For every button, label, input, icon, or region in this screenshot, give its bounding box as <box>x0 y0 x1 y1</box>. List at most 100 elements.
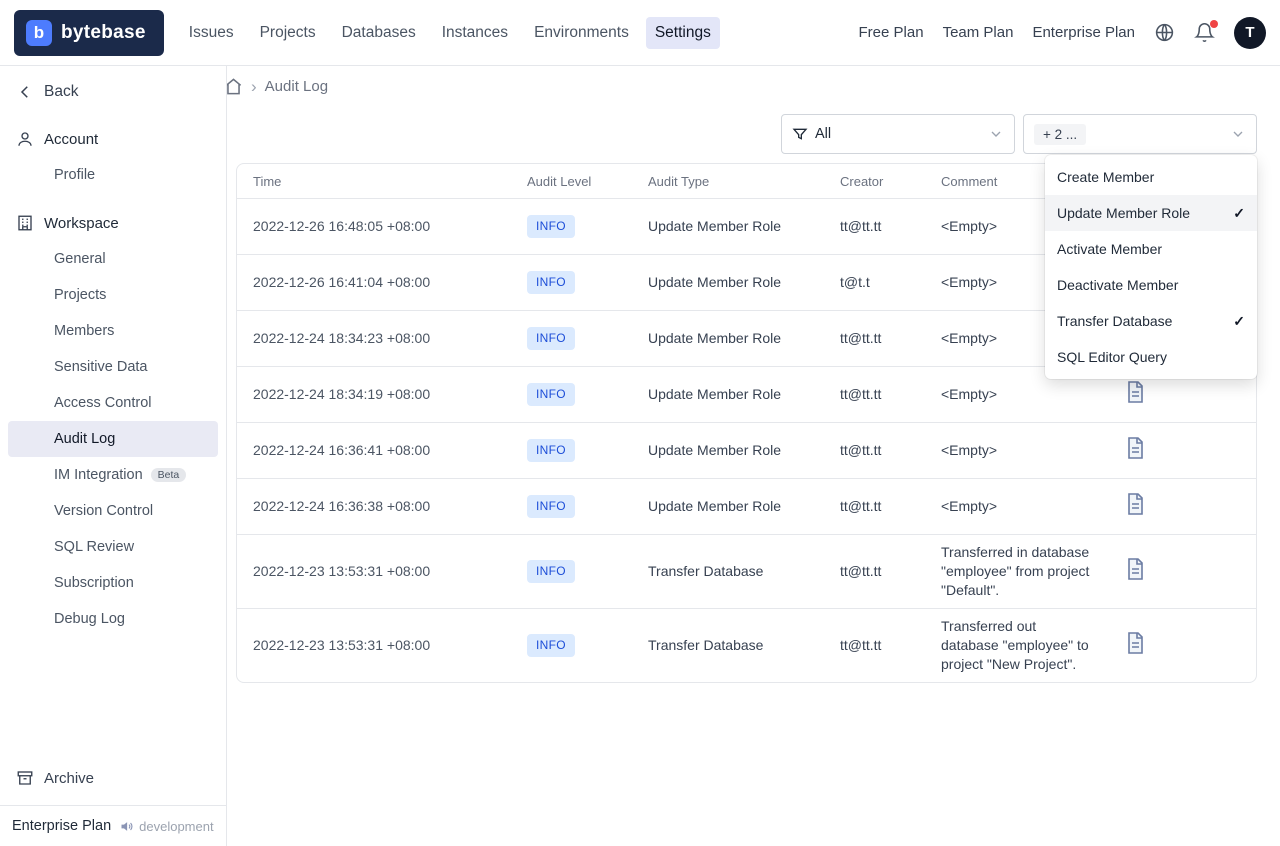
audit-type-select[interactable]: + 2 ... <box>1023 114 1257 154</box>
filter-bar: All + 2 ... <box>236 114 1257 154</box>
nav-issues[interactable]: Issues <box>180 17 243 49</box>
audit-creator: tt@tt.tt <box>824 310 925 367</box>
sidebar-item-archive[interactable]: Archive <box>8 759 218 797</box>
audit-comment: <Empty> <box>925 422 1107 479</box>
column-header-creator: Creator <box>840 173 884 189</box>
person-icon <box>16 130 34 148</box>
beta-badge: Beta <box>150 468 187 482</box>
bytebase-logo-icon: b <box>26 19 52 46</box>
nav-environments[interactable]: Environments <box>525 17 638 49</box>
bytebase-logo[interactable]: b bytebase <box>14 9 164 56</box>
megaphone-icon <box>119 819 134 834</box>
main-nav: Issues Projects Databases Instances Envi… <box>180 16 720 49</box>
archive-label: Archive <box>44 769 95 787</box>
sidebar-item-access-control[interactable]: Access Control <box>8 385 218 421</box>
sidebar-item-projects[interactable]: Projects <box>8 277 218 313</box>
audit-type: Update Member Role <box>632 198 824 255</box>
audit-type: Update Member Role <box>632 422 824 479</box>
audit-creator: tt@tt.tt <box>824 478 925 535</box>
menu-item-sql-editor-query[interactable]: SQL Editor Query <box>1045 339 1257 375</box>
sidebar-item-profile[interactable]: Profile <box>8 157 218 193</box>
audit-time: 2022-12-24 16:36:41 +08:00 <box>237 422 511 479</box>
audit-type: Transfer Database <box>632 608 824 682</box>
audit-time: 2022-12-24 16:36:38 +08:00 <box>237 478 511 535</box>
audit-level-value: All <box>815 126 832 142</box>
check-icon: ✓ <box>1233 312 1245 329</box>
audit-comment: <Empty> <box>925 478 1107 535</box>
nav-projects[interactable]: Projects <box>251 17 325 49</box>
notification-dot <box>1210 20 1218 28</box>
audit-creator: t@t.t <box>824 254 925 311</box>
breadcrumb-current: Audit Log <box>264 77 329 95</box>
audit-level-badge: INFO <box>527 634 575 657</box>
avatar[interactable]: T <box>1234 16 1266 49</box>
archive-icon <box>16 769 34 787</box>
workspace-section-title: Workspace <box>44 214 119 232</box>
chevron-down-icon <box>1230 126 1246 142</box>
sidebar-item-audit-log[interactable]: Audit Log <box>8 421 218 457</box>
audit-type: Update Member Role <box>632 254 824 311</box>
environment-name: development <box>139 818 214 834</box>
workspace-section: Workspace General Projects Members Sensi… <box>8 205 218 637</box>
menu-item-label: Update Member Role <box>1057 205 1191 221</box>
menu-item-label: Deactivate Member <box>1057 277 1179 293</box>
chevron-right-icon: › <box>251 76 257 96</box>
audit-time: 2022-12-26 16:41:04 +08:00 <box>237 254 511 311</box>
sidebar-footer: Enterprise Plan development <box>0 805 226 846</box>
menu-item-update-member-role[interactable]: Update Member Role ✓ <box>1045 195 1257 231</box>
column-header-audit-level: Audit Level <box>527 173 592 189</box>
team-plan-link[interactable]: Team Plan <box>943 24 1014 41</box>
nav-databases[interactable]: Databases <box>333 17 425 49</box>
view-log-detail-button[interactable] <box>1123 631 1147 655</box>
view-log-detail-button[interactable] <box>1123 436 1147 460</box>
audit-log-page: › Audit Log All + 2 ... Time Audit Level… <box>210 65 1280 846</box>
nav-settings[interactable]: Settings <box>645 16 720 49</box>
audit-time: 2022-12-23 13:53:31 +08:00 <box>237 534 511 609</box>
audit-type: Update Member Role <box>632 366 824 423</box>
audit-level-badge: INFO <box>527 560 575 583</box>
sidebar-item-im-integration[interactable]: IM Integration Beta <box>8 457 218 493</box>
sidebar-item-label: IM Integration <box>54 467 143 483</box>
nav-instances[interactable]: Instances <box>433 17 517 49</box>
view-log-detail-button[interactable] <box>1123 557 1147 581</box>
audit-creator: tt@tt.tt <box>824 608 925 682</box>
current-plan-label: Enterprise Plan <box>12 818 112 834</box>
account-section-header: Account <box>8 121 218 157</box>
column-header-time: Time <box>253 173 282 189</box>
sidebar-item-subscription[interactable]: Subscription <box>8 565 218 601</box>
environment-tag: development <box>119 818 214 834</box>
audit-time: 2022-12-24 18:34:23 +08:00 <box>237 310 511 367</box>
sidebar-item-members[interactable]: Members <box>8 313 218 349</box>
audit-time: 2022-12-24 18:34:19 +08:00 <box>237 366 511 423</box>
sidebar-item-debug-log[interactable]: Debug Log <box>8 601 218 637</box>
account-section-title: Account <box>44 130 99 148</box>
menu-item-create-member[interactable]: Create Member <box>1045 159 1257 195</box>
audit-level-badge: INFO <box>527 495 575 518</box>
account-section: Account Profile <box>8 121 218 193</box>
menu-item-transfer-database[interactable]: Transfer Database ✓ <box>1045 303 1257 339</box>
sidebar-item-sensitive-data[interactable]: Sensitive Data <box>8 349 218 385</box>
view-log-detail-button[interactable] <box>1123 380 1147 404</box>
navbar-right: Free Plan Team Plan Enterprise Plan T <box>859 16 1266 49</box>
notification-bell-icon[interactable] <box>1194 20 1218 43</box>
audit-level-badge: INFO <box>527 439 575 462</box>
audit-creator: tt@tt.tt <box>824 198 925 255</box>
enterprise-plan-link[interactable]: Enterprise Plan <box>1032 24 1135 41</box>
view-log-detail-button[interactable] <box>1123 492 1147 516</box>
menu-item-activate-member[interactable]: Activate Member <box>1045 231 1257 267</box>
back-label: Back <box>44 83 79 100</box>
language-icon[interactable] <box>1154 22 1175 43</box>
funnel-icon <box>792 126 808 142</box>
menu-item-deactivate-member[interactable]: Deactivate Member <box>1045 267 1257 303</box>
back-button[interactable]: Back <box>8 75 218 109</box>
audit-level-badge: INFO <box>527 215 575 238</box>
sidebar-item-general[interactable]: General <box>8 241 218 277</box>
table-row: 2022-12-23 13:53:31 +08:00 INFO Transfer… <box>237 534 1256 609</box>
sidebar-item-version-control[interactable]: Version Control <box>8 493 218 529</box>
menu-item-label: Transfer Database <box>1057 313 1173 329</box>
sidebar-item-sql-review[interactable]: SQL Review <box>8 529 218 565</box>
audit-creator: tt@tt.tt <box>824 422 925 479</box>
free-plan-link[interactable]: Free Plan <box>859 24 924 41</box>
audit-level-badge: INFO <box>527 327 575 350</box>
audit-level-select[interactable]: All <box>781 114 1015 154</box>
